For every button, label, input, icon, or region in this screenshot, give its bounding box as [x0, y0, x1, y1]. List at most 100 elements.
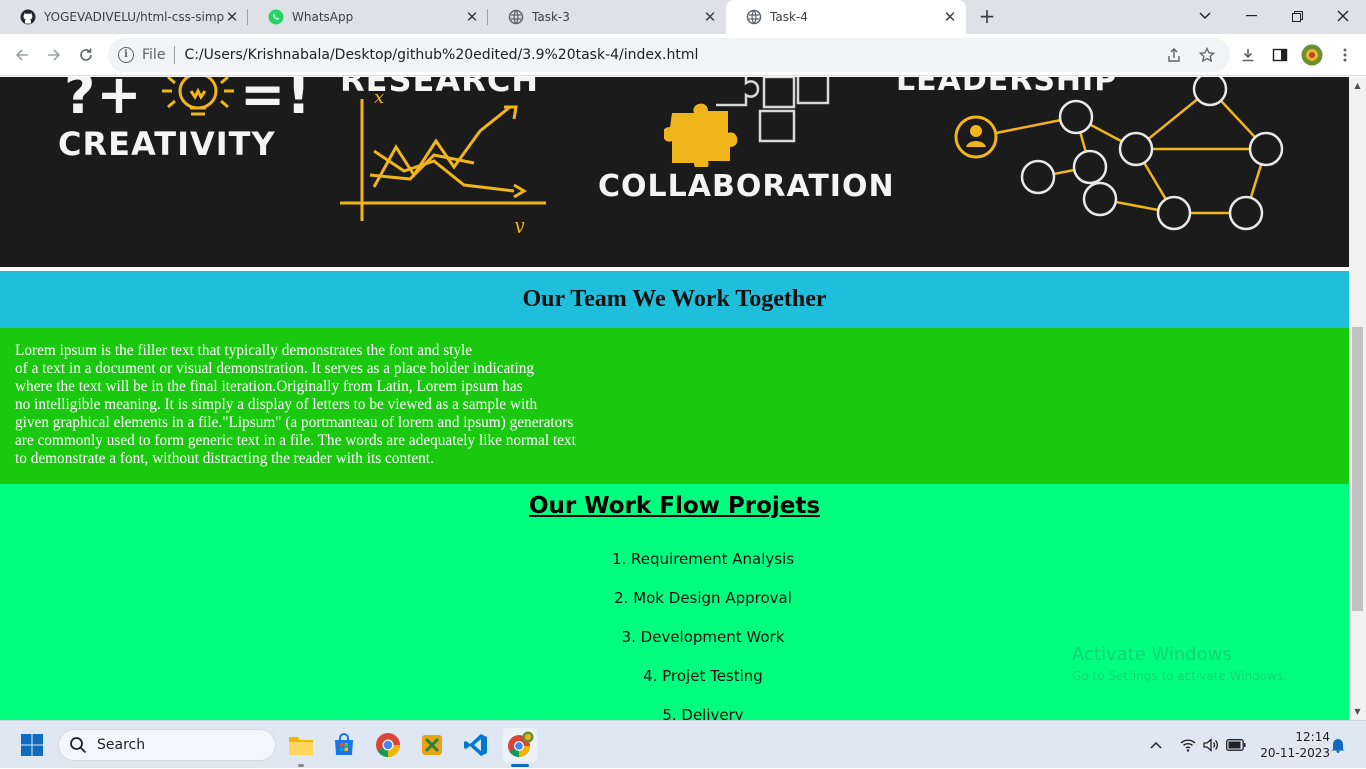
tab-title: Task-4 [770, 10, 808, 24]
avatar [1301, 44, 1323, 66]
hero-word-equals: =! [240, 77, 312, 126]
forward-button[interactable] [42, 43, 66, 67]
tools-icon[interactable] [415, 728, 449, 762]
arrow-left-icon [15, 49, 28, 61]
puzzle-pieces-icon [664, 77, 830, 167]
menu-button[interactable] [1333, 43, 1357, 67]
watermark-title: Activate Windows [1072, 644, 1232, 665]
address-bar[interactable]: i File C:/Users/Krishnabala/Desktop/gith… [108, 38, 1230, 72]
bookmark-star-icon[interactable] [1198, 46, 1216, 63]
lorem-paragraph: Lorem ipsum is the filler text that typi… [15, 342, 576, 467]
svg-text:x: x [374, 91, 384, 108]
download-icon [1242, 49, 1254, 62]
scrollbar-thumb[interactable] [1352, 327, 1363, 611]
hero-word-creativity: CREATIVITY [58, 125, 276, 163]
minimize-button[interactable] [1228, 0, 1274, 32]
close-icon[interactable]: ✕ [224, 9, 240, 25]
network-diagram-icon [954, 77, 1284, 231]
lorem-section: Lorem ipsum is the filler text that typi… [0, 328, 1349, 484]
file-explorer-icon[interactable] [284, 728, 318, 762]
globe-icon [746, 9, 762, 25]
side-panel-icon [1272, 48, 1288, 62]
close-icon[interactable]: ✕ [702, 9, 718, 25]
info-icon[interactable]: i [118, 47, 134, 63]
chevron-up-icon [1150, 741, 1162, 749]
restore-icon [1291, 10, 1303, 22]
microsoft-store-icon[interactable] [327, 728, 361, 762]
back-button[interactable] [10, 43, 34, 67]
search-icon [70, 737, 87, 754]
chevron-down-icon [1199, 12, 1211, 20]
hero-word-question: ?+ [64, 77, 143, 126]
list-item: 5. Delivery [662, 706, 744, 720]
divider [174, 46, 176, 64]
chrome-icon[interactable] [371, 728, 405, 762]
list-item: 1. Requirement Analysis [611, 550, 795, 568]
github-icon [20, 9, 36, 25]
watermark-subtitle: Go to Settings to activate Windows. [1072, 669, 1287, 683]
clock-time: 12:14 [1295, 730, 1330, 744]
list-item: 2. Mok Design Approval [614, 589, 792, 607]
battery-icon[interactable] [1225, 721, 1247, 769]
new-tab-button[interactable]: + [975, 5, 999, 29]
list-item: 3. Development Work [621, 628, 785, 646]
lightbulb-icon [162, 77, 234, 116]
taskbar-search[interactable]: Search [58, 729, 276, 761]
activate-windows-watermark: Activate Windows Go to Settings to activ… [1072, 644, 1287, 683]
wifi-icon[interactable] [1178, 721, 1198, 769]
page-scrollbar[interactable]: ▲ ▼ [1349, 77, 1366, 720]
clock-date: 20-11-2023 [1260, 746, 1330, 760]
page-viewport: ?+ =! CREATIVITY RESEARCH x y COLLABORAT… [0, 77, 1349, 720]
show-hidden-icons-button[interactable] [1146, 721, 1166, 769]
tab-title: Task-3 [532, 10, 570, 24]
close-icon[interactable]: ✕ [464, 9, 480, 25]
tab-task-3[interactable]: Task-3 ✕ [488, 0, 726, 34]
workflow-heading: Our Work Flow Projets [528, 493, 821, 519]
more-vert-icon [1343, 48, 1347, 62]
tab-github[interactable]: YOGEVADIVELU/html-css-simple ✕ [0, 0, 248, 34]
tab-task-4[interactable]: Task-4 ✕ [726, 0, 966, 34]
scroll-up-arrow-icon[interactable]: ▲ [1349, 77, 1366, 94]
hero-word-collaboration: COLLABORATION [598, 169, 895, 204]
restore-button[interactable] [1274, 0, 1320, 32]
chrome-profile-icon[interactable] [503, 728, 537, 762]
close-window-button[interactable] [1320, 0, 1366, 32]
scroll-down-arrow-icon[interactable]: ▼ [1349, 703, 1366, 720]
downloads-button[interactable] [1236, 43, 1260, 67]
hero-banner: ?+ =! CREATIVITY RESEARCH x y COLLABORAT… [0, 77, 1349, 267]
reload-button[interactable] [74, 43, 98, 67]
minimize-icon [1245, 15, 1257, 17]
tab-title: YOGEVADIVELU/html-css-simple [44, 10, 224, 24]
taskbar-clock[interactable]: 12:14 20-11-2023 [1254, 729, 1330, 761]
growth-graph-icon: x y [340, 91, 546, 233]
arrow-right-icon [48, 49, 61, 61]
browser-toolbar: i File C:/Users/Krishnabala/Desktop/gith… [0, 34, 1366, 76]
profile-button[interactable] [1300, 43, 1324, 67]
search-label: Search [97, 737, 146, 753]
notification-bell-icon[interactable] [1328, 721, 1348, 769]
open-app-indicator [298, 764, 304, 767]
globe-icon [508, 9, 524, 25]
tab-strip: YOGEVADIVELU/html-css-simple ✕ WhatsApp … [0, 0, 1366, 34]
share-icon[interactable] [1166, 47, 1182, 63]
team-heading: Our Team We Work Together [522, 286, 827, 312]
windows-start-icon[interactable] [15, 728, 49, 762]
reload-icon [80, 48, 92, 61]
vscode-icon[interactable] [459, 728, 493, 762]
volume-icon[interactable] [1201, 721, 1221, 769]
team-section: Our Team We Work Together [0, 271, 1349, 328]
close-icon [1337, 10, 1349, 22]
side-panel-button[interactable] [1268, 43, 1292, 67]
list-item: 4. Projet Testing [643, 667, 763, 685]
url-text[interactable]: C:/Users/Krishnabala/Desktop/github%20ed… [184, 47, 698, 63]
windows-taskbar: Search 12:14 20-11-2023 [0, 720, 1366, 768]
whatsapp-icon [268, 9, 284, 25]
scheme-label: File [142, 47, 166, 63]
active-app-indicator [511, 764, 529, 767]
close-icon[interactable]: ✕ [942, 9, 958, 25]
workflow-section: Our Work Flow Projets 1. Requirement Ana… [0, 484, 1349, 720]
tab-search-button[interactable] [1182, 0, 1228, 32]
tab-whatsapp[interactable]: WhatsApp ✕ [248, 0, 488, 34]
svg-text:y: y [513, 215, 525, 233]
tab-title: WhatsApp [292, 10, 354, 24]
